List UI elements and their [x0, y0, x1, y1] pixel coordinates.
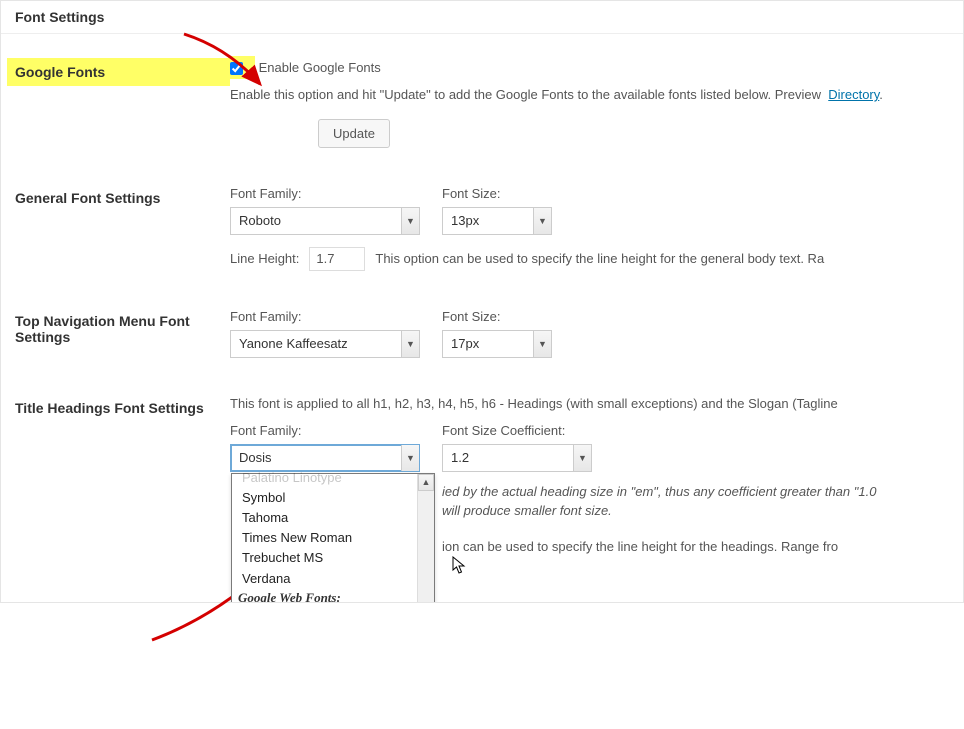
dot: .: [879, 87, 883, 102]
list-item[interactable]: Verdana: [232, 569, 417, 589]
enable-google-fonts-wrap: [228, 56, 255, 79]
font-family-label: Font Family:: [230, 186, 420, 201]
dropdown-group-title: Google Web Fonts:: [232, 589, 417, 603]
line-height-desc: This option can be used to specify the l…: [375, 251, 824, 266]
general-font-row: General Font Settings Font Family: Robot…: [1, 158, 963, 281]
headings-note-1: ied by the actual heading size in "em", …: [442, 484, 876, 499]
font-family-dropdown[interactable]: ▲ ▼ Palatino Linotype Symbol Tahoma Time…: [231, 473, 435, 603]
list-item[interactable]: Palatino Linotype: [232, 468, 417, 488]
scroll-track[interactable]: [418, 491, 434, 603]
coefficient-label: Font Size Coefficient:: [442, 423, 592, 438]
update-button[interactable]: Update: [318, 119, 390, 148]
topnav-font-size-select[interactable]: 17px ▼: [442, 330, 552, 358]
font-family-label: Font Family:: [230, 309, 420, 324]
font-settings-panel: Font Settings Google Fonts Enable Google…: [0, 0, 964, 603]
enable-google-fonts-text: Enable Google Fonts: [259, 60, 381, 75]
dropdown-scroll-wrap: Palatino Linotype Symbol Tahoma Times Ne…: [232, 474, 417, 603]
directory-link[interactable]: Directory: [828, 87, 879, 102]
enable-google-fonts-checkbox[interactable]: [230, 62, 243, 75]
general-font-label: General Font Settings: [15, 186, 230, 206]
general-font-size-select[interactable]: 13px ▼: [442, 207, 552, 235]
topnav-font-family-select[interactable]: Yanone Kaffeesatz ▼: [230, 330, 420, 358]
chevron-down-icon: ▼: [573, 445, 591, 471]
topnav-font-row: Top Navigation Menu Font Settings Font F…: [1, 281, 963, 368]
chevron-down-icon: ▼: [401, 208, 419, 234]
topnav-font-label: Top Navigation Menu Font Settings: [15, 309, 230, 345]
headings-lh-desc: ion can be used to specify the line heig…: [442, 539, 838, 554]
panel-title: Font Settings: [1, 1, 963, 34]
headings-intro: This font is applied to all h1, h2, h3, …: [230, 396, 949, 411]
list-item[interactable]: Tahoma: [232, 508, 417, 528]
headings-coef-value: 1.2: [443, 450, 573, 465]
font-family-label: Font Family:: [230, 423, 420, 438]
font-size-label: Font Size:: [442, 309, 552, 324]
chevron-down-icon: ▼: [401, 331, 419, 357]
chevron-down-icon: ▼: [533, 331, 551, 357]
headings-font-family-select[interactable]: Dosis ▼ ▲ ▼ Palatino Linotype: [230, 444, 420, 472]
headings-font-family-value: Dosis: [231, 450, 401, 465]
scroll-up-icon[interactable]: ▲: [418, 474, 434, 491]
general-font-size-value: 13px: [443, 213, 533, 228]
headings-font-label: Title Headings Font Settings: [15, 396, 230, 416]
google-fonts-desc: Enable this option and hit "Update" to a…: [230, 85, 949, 105]
font-size-label: Font Size:: [442, 186, 552, 201]
google-fonts-row: Google Fonts Enable Google Fonts Enable …: [1, 34, 963, 158]
topnav-font-family-value: Yanone Kaffeesatz: [231, 336, 401, 351]
headings-coef-select[interactable]: 1.2 ▼: [442, 444, 592, 472]
line-height-label: Line Height:: [230, 251, 299, 266]
headings-note-2: will produce smaller font size.: [442, 503, 612, 518]
scrollbar[interactable]: ▲ ▼: [417, 474, 434, 603]
list-item[interactable]: Trebuchet MS: [232, 548, 417, 568]
google-fonts-label: Google Fonts: [7, 58, 230, 86]
topnav-font-size-value: 17px: [443, 336, 533, 351]
list-item[interactable]: Symbol: [232, 488, 417, 508]
list-item[interactable]: Times New Roman: [232, 528, 417, 548]
headings-font-row: Title Headings Font Settings This font i…: [1, 368, 963, 602]
chevron-down-icon: ▼: [533, 208, 551, 234]
general-font-family-select[interactable]: Roboto ▼: [230, 207, 420, 235]
google-fonts-desc-text: Enable this option and hit "Update" to a…: [230, 87, 821, 102]
general-font-family-value: Roboto: [231, 213, 401, 228]
general-line-height-input[interactable]: [309, 247, 365, 271]
